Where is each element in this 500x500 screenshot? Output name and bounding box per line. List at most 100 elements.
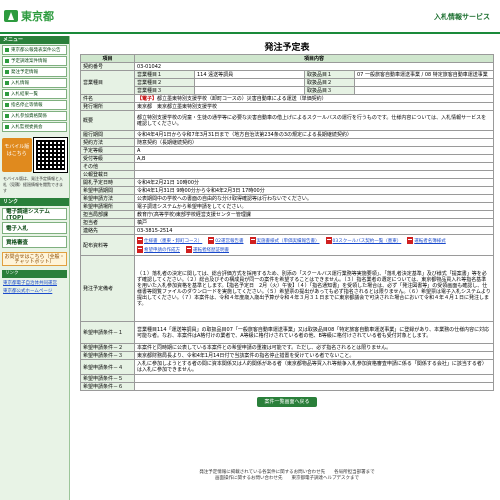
- sidebar-item-label: 東京都公報発表案件公告: [11, 48, 61, 53]
- row-label-apply-tel: 希望申請場所: [80, 202, 135, 211]
- person-value: 槙戸: [134, 218, 494, 227]
- site-title: 入札情報サービス: [434, 13, 490, 21]
- bullet-icon: [5, 81, 9, 85]
- bullet-icon: [5, 48, 9, 52]
- handle2-value: [354, 78, 494, 87]
- doc-link[interactable]: 03スクールバス契約一覧（墨東）: [325, 237, 402, 244]
- handle3-label: 取扱品目３: [304, 86, 355, 95]
- agency-value: 東京都 東京都立墨東特別支援学校: [134, 102, 494, 111]
- cat2-label: 営業種目２: [134, 78, 195, 87]
- faq-link[interactable]: お問合せはこちら（全般・チャットボット）: [2, 252, 67, 266]
- mobile-link[interactable]: モバイル版はこちら: [2, 138, 32, 172]
- pdf-icon: [407, 237, 414, 244]
- footer-helpdesk-line: 画面操作に関するお問い合わせ先 東京都電子調達ヘルプデスクまで: [215, 476, 359, 481]
- other-value: [134, 162, 494, 171]
- cond1-value: 営業種目114「運送等調員」の取扱品目07「一般旅客自動車運送事業」又は取扱品目…: [134, 321, 494, 344]
- pdf-icon: [137, 237, 143, 244]
- sidebar-item-label: 予定調達案件情報: [11, 59, 47, 64]
- sidebar-item-suspension[interactable]: 指名停止等情報: [2, 100, 67, 110]
- row-label-contact: 連絡先: [80, 226, 135, 235]
- sidebar-item-qualification[interactable]: 入札参加資格関係: [2, 111, 67, 121]
- bullet-icon: [5, 125, 9, 129]
- doc-link[interactable]: 02運営報告書: [208, 237, 244, 244]
- header: 東京都 入札情報サービス: [0, 0, 500, 34]
- sidebar-item-committee[interactable]: 入札監視委員会: [2, 122, 67, 132]
- row-label-dept: 担当局部課: [80, 210, 135, 219]
- handle1-value: 07 一般旅客自動車運送事業 / 08 特定旅客自動車運送事業: [354, 70, 494, 79]
- apply-place-value: 公表期間中の学校への書面の自由的な分け取得確認等は行わないでください。: [134, 194, 494, 203]
- sidebar-item-order-plan[interactable]: 発注予定情報: [2, 67, 67, 77]
- doc-link[interactable]: 運転者名簿様式: [407, 237, 446, 244]
- row-label-grade: 受付等級: [80, 154, 135, 163]
- doc-link[interactable]: 実施書様式（単価実績報告書）: [249, 237, 320, 244]
- back-to-list-button[interactable]: 案件一覧画面へ戻る: [257, 397, 317, 407]
- doc-link[interactable]: 仕様書（墨東・卸町コース）: [137, 237, 202, 244]
- bullet-icon: [5, 70, 9, 74]
- page-title: 発注予定表: [264, 43, 310, 53]
- sidebar-item-system-top[interactable]: 電子調達システム(TOP): [2, 208, 67, 221]
- period-value: 令和4年4月1日から令和7年3月31日まで（地方自治法第234条の3の規定による…: [134, 130, 494, 139]
- electronic-tag: 【電子】: [137, 96, 158, 102]
- sidebar-item-label: 指名停止等情報: [11, 103, 43, 108]
- sidebar-item-label: 入札参加資格関係: [11, 114, 47, 119]
- sidebar-item-public-notice[interactable]: 東京都公報発表案件公告: [2, 45, 67, 55]
- sidebar-item-bid-results[interactable]: 入札結果一覧: [2, 89, 67, 99]
- bullet-icon: [5, 103, 9, 107]
- col-header-content: 項目内容: [134, 54, 494, 63]
- row-label-category: 営業種目: [80, 70, 135, 95]
- doc-link[interactable]: 希望申請の作成方: [137, 246, 180, 253]
- sidebar-item-label: 入札結果一覧: [11, 92, 38, 97]
- row-label-apply-period: 希望申請期間: [80, 186, 135, 195]
- sidebar-item-qualification-review[interactable]: 資格審査: [2, 236, 67, 248]
- doc-link[interactable]: 運転者経歴証明書: [186, 246, 229, 253]
- sidebar-item-e-bidding[interactable]: 電子入札: [2, 222, 67, 234]
- main-content: 発注予定表 項目 項目内容 契約番号 03-01042 営業種目 営業種目１ 1…: [80, 38, 494, 407]
- tokyo-emblem-icon: [4, 10, 18, 22]
- subject-text: 都立墨東特別支援学校（卸町コースの）災害自動車による運送（単価契約）: [157, 96, 327, 102]
- sidebar-item-bid-info[interactable]: 入札情報: [2, 78, 67, 88]
- row-label-cond5: 希望申請条件－５: [80, 374, 135, 383]
- doc-link-label: 実施書様式（単価実績報告書）: [256, 238, 320, 244]
- row-label-tender: 予定等級: [80, 146, 135, 155]
- sidebar-item-label: 入札情報: [11, 81, 29, 86]
- terms-value: （１）落札者の決定に関しては、総合評価方式を採用するため、別添の「スクールバス運…: [134, 255, 494, 322]
- ext-link-official-homepage[interactable]: 東京都公式ホームページ: [3, 288, 66, 294]
- tender-value: A: [134, 146, 494, 155]
- sidebar-menu-heading: メニュー: [0, 36, 69, 44]
- doc-link-label: 03スクールバス契約一覧（墨東）: [332, 238, 402, 244]
- bullet-icon: [5, 92, 9, 96]
- pdf-icon: [186, 246, 192, 253]
- bullet-icon: [5, 114, 9, 118]
- row-label-docs: 配布資料等: [80, 234, 135, 256]
- docs-value: 仕様書（墨東・卸町コース） 02運営報告書 実施書様式（単価実績報告書） 03ス…: [134, 234, 494, 256]
- ext-link-joint-operation[interactable]: 東京都電子自治体共同運営: [3, 280, 66, 286]
- handle1-label: 取扱品目１: [304, 70, 355, 79]
- row-label-cond2: 希望申請条件－２: [80, 343, 135, 352]
- pdf-icon: [208, 237, 215, 244]
- row-label-other: その他: [80, 162, 135, 171]
- overview-value: 都立特別支援学校の児童・生徒の通学等に必要な災害自動車の借上げによるスクールバス…: [134, 110, 494, 131]
- cond5-value: [134, 374, 494, 383]
- subject-value: 【電子】都立墨東特別支援学校（卸町コースの）災害自動車による運送（単価契約）: [134, 94, 494, 103]
- handle2-label: 取扱品目２: [304, 78, 355, 87]
- notice-date-value: [134, 170, 494, 179]
- col-header-item: 項目: [80, 54, 135, 63]
- apply-tel-value: 電子調達システムから希望申請をしてください。: [134, 202, 494, 211]
- sidebar-item-label: 入札監視委員会: [11, 125, 43, 130]
- logo-text: 東京都: [21, 10, 54, 23]
- row-label-notice-date: 公報登載日: [80, 170, 135, 179]
- dept-value: 教育庁(高等学校)東部学校経営支援センター管理課: [134, 210, 494, 219]
- doc-link-label: 仕様書（墨東・卸町コース）: [144, 238, 203, 244]
- sidebar: メニュー 東京都公報発表案件公告 予定調達案件情報 発注予定情報 入札情報 入札…: [0, 36, 70, 500]
- sidebar-item-planned-procurement[interactable]: 予定調達案件情報: [2, 56, 67, 66]
- apply-period-value: 令和4年1月31日 9時00分から令和4年2月3日 17時00分: [134, 186, 494, 195]
- tokyo-logo[interactable]: 東京都: [4, 8, 54, 24]
- pdf-icon: [249, 237, 256, 244]
- doc-link-label: 運転者経歴証明書: [193, 247, 229, 253]
- row-label-method: 契約方法: [80, 138, 135, 147]
- row-label-cond3: 希望申請条件－３: [80, 351, 135, 360]
- row-label-terms: 発注予定備考: [80, 255, 135, 322]
- cond3-value: 東京都財務局長より、令和4年1月14日付で当該案件の指名停止措置を受けている者で…: [134, 351, 494, 360]
- bullet-icon: [5, 59, 9, 63]
- open-date-value: 令和4年2月21日 10時00分: [134, 178, 494, 187]
